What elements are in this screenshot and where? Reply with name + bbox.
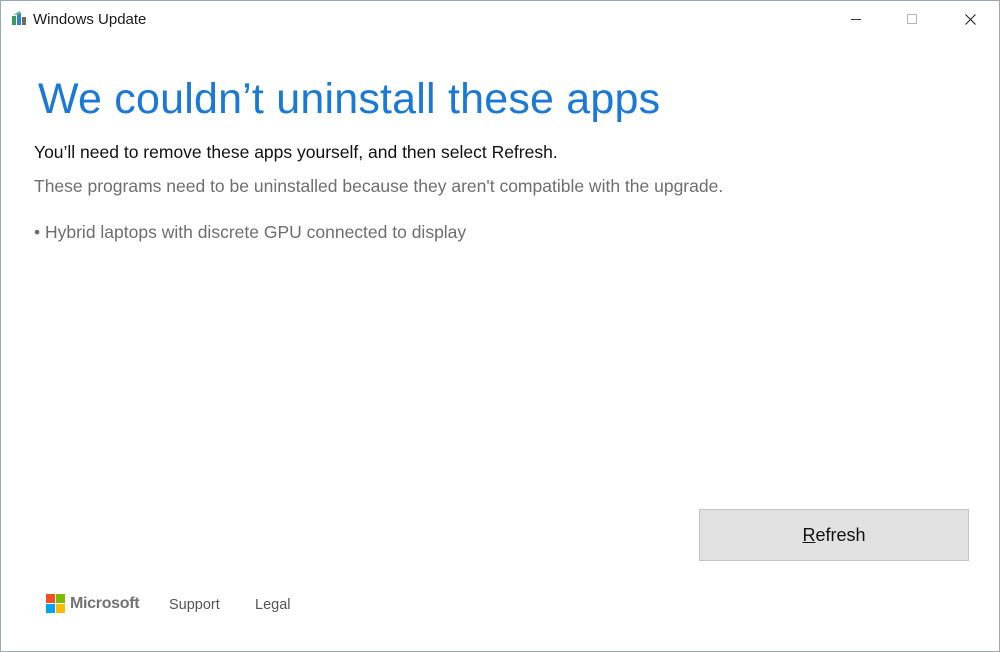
- windows-update-window: Windows Update We couldn’t uninstall the…: [0, 0, 1000, 652]
- page-title: We couldn’t uninstall these apps: [38, 75, 661, 123]
- refresh-button[interactable]: Refresh: [699, 509, 969, 561]
- window-title: Windows Update: [33, 11, 147, 28]
- maximize-icon: [907, 14, 917, 24]
- maximize-button[interactable]: [883, 1, 941, 37]
- refresh-label: efresh: [815, 524, 866, 545]
- microsoft-wordmark: Microsoft: [70, 595, 140, 612]
- minimize-icon: [851, 19, 861, 20]
- list-item: • Hybrid laptops with discrete GPU conne…: [34, 222, 467, 242]
- title-bar[interactable]: Windows Update: [1, 1, 999, 37]
- minimize-button[interactable]: [827, 1, 885, 37]
- close-button[interactable]: [941, 1, 999, 37]
- explanation-text: These programs need to be uninstalled be…: [34, 176, 724, 196]
- microsoft-logo-icon: [46, 594, 66, 614]
- instruction-text: You’ll need to remove these apps yoursel…: [34, 142, 558, 162]
- windows-update-icon: [12, 11, 28, 25]
- support-link[interactable]: Support: [169, 596, 220, 614]
- refresh-access-key: R: [802, 524, 816, 545]
- incompatible-apps-list: • Hybrid laptops with discrete GPU conne…: [34, 221, 466, 243]
- close-icon: [965, 14, 976, 25]
- legal-link[interactable]: Legal: [255, 596, 290, 614]
